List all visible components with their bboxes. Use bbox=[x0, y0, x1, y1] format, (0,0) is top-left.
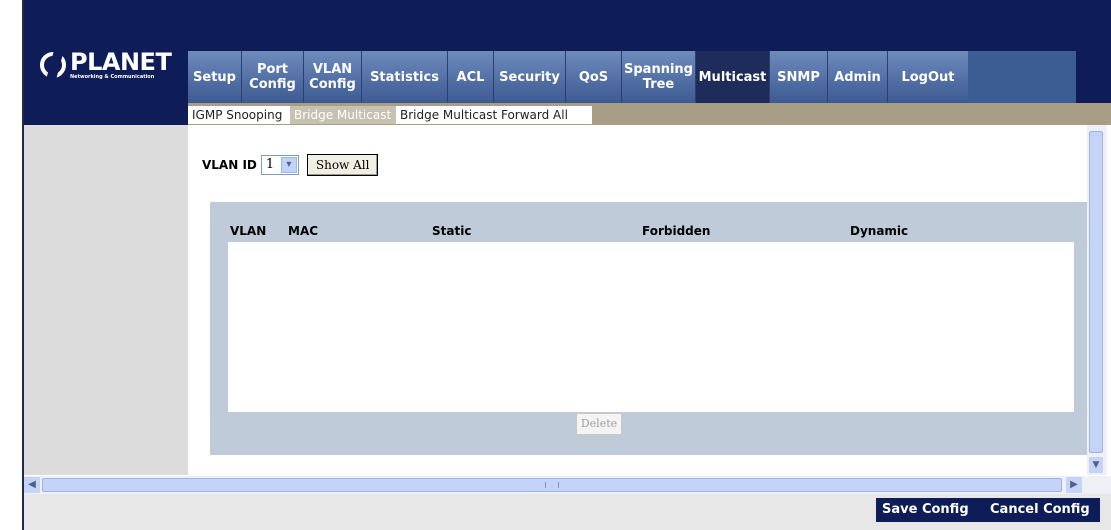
tab-statistics[interactable]: Statistics bbox=[362, 51, 448, 103]
tab-multicast[interactable]: Multicast bbox=[696, 51, 770, 103]
tab-port-config[interactable]: Port Config bbox=[242, 51, 304, 103]
vlan-id-value: 1 bbox=[265, 157, 275, 172]
table-header: VLAN MAC Static Forbidden Dynamic bbox=[210, 224, 1093, 240]
horizontal-scrollbar[interactable]: ◀ ▶ bbox=[24, 476, 1111, 494]
tab-label: LogOut bbox=[901, 69, 955, 85]
tab-qos[interactable]: QoS bbox=[566, 51, 622, 103]
tab-label: Multicast bbox=[698, 69, 767, 85]
tab-label: Security bbox=[499, 69, 560, 85]
delete-button[interactable]: Delete bbox=[576, 413, 622, 435]
tab-vlan-config[interactable]: VLAN Config bbox=[304, 51, 362, 103]
scroll-down-arrow-icon[interactable]: ▼ bbox=[1089, 457, 1103, 473]
tab-label: Spanning Tree bbox=[624, 62, 693, 92]
tab-label: Setup bbox=[193, 69, 236, 85]
vlan-id-label: VLAN ID bbox=[202, 158, 257, 172]
tab-label: VLAN Config bbox=[309, 62, 356, 92]
vertical-scroll-thumb[interactable] bbox=[1089, 131, 1103, 453]
column-header-mac: MAC bbox=[288, 224, 319, 238]
subnav-bar: IGMP Snooping Bridge Multicast Bridge Mu… bbox=[188, 103, 1111, 125]
tab-label: ACL bbox=[456, 69, 485, 85]
scroll-left-arrow-icon[interactable]: ◀ bbox=[24, 477, 40, 493]
tab-snmp[interactable]: SNMP bbox=[770, 51, 828, 103]
tab-acl[interactable]: ACL bbox=[448, 51, 494, 103]
column-header-vlan: VLAN bbox=[230, 224, 267, 238]
logo-word: PLANET bbox=[70, 48, 172, 76]
tab-security[interactable]: Security bbox=[494, 51, 566, 103]
tab-label: SNMP bbox=[777, 69, 820, 85]
footer-bar: Save Config Cancel Config bbox=[24, 494, 1111, 530]
app-frame: PLANET Networking & Communication Setup … bbox=[22, 0, 1111, 530]
scroll-right-arrow-icon[interactable]: ▶ bbox=[1066, 477, 1082, 493]
subnav-bridge-multicast-forward-all[interactable]: Bridge Multicast Forward All bbox=[396, 106, 592, 124]
planet-logo: PLANET Networking & Communication bbox=[40, 48, 190, 92]
vertical-scrollbar[interactable]: ▼ bbox=[1087, 125, 1107, 475]
logo-mark-icon bbox=[40, 52, 66, 78]
tab-label: QoS bbox=[578, 69, 609, 85]
table-body bbox=[228, 242, 1074, 412]
logo-tagline: Networking & Communication bbox=[70, 74, 155, 80]
column-header-forbidden: Forbidden bbox=[642, 224, 711, 238]
main-nav-tabs: Setup Port Config VLAN Config Statistics… bbox=[188, 51, 1076, 103]
scroll-grip-icon bbox=[545, 482, 559, 488]
column-header-static: Static bbox=[432, 224, 472, 238]
save-config-button[interactable]: Save Config bbox=[876, 498, 984, 522]
horizontal-scroll-thumb[interactable] bbox=[42, 478, 1062, 492]
tab-label: Admin bbox=[834, 69, 881, 85]
tab-logout[interactable]: LogOut bbox=[888, 51, 968, 103]
subnav-bridge-multicast[interactable]: Bridge Multicast bbox=[290, 106, 396, 124]
subnav-igmp-snooping[interactable]: IGMP Snooping bbox=[188, 106, 290, 124]
cancel-config-button[interactable]: Cancel Config bbox=[984, 498, 1100, 522]
tab-label: Port Config bbox=[249, 62, 296, 92]
tab-spanning-tree[interactable]: Spanning Tree bbox=[622, 51, 696, 103]
left-panel bbox=[24, 125, 188, 475]
show-all-button[interactable]: Show All bbox=[306, 154, 379, 176]
vlan-filter-row: VLAN ID 1 ▾ Show All bbox=[202, 153, 379, 177]
tab-label: Statistics bbox=[370, 69, 439, 85]
tab-setup[interactable]: Setup bbox=[188, 51, 242, 103]
tab-admin[interactable]: Admin bbox=[828, 51, 888, 103]
vlan-id-select[interactable]: 1 ▾ bbox=[260, 155, 299, 175]
multicast-table-area: VLAN MAC Static Forbidden Dynamic Delete bbox=[210, 202, 1093, 455]
column-header-dynamic: Dynamic bbox=[850, 224, 909, 238]
chevron-down-icon[interactable]: ▾ bbox=[280, 157, 297, 173]
